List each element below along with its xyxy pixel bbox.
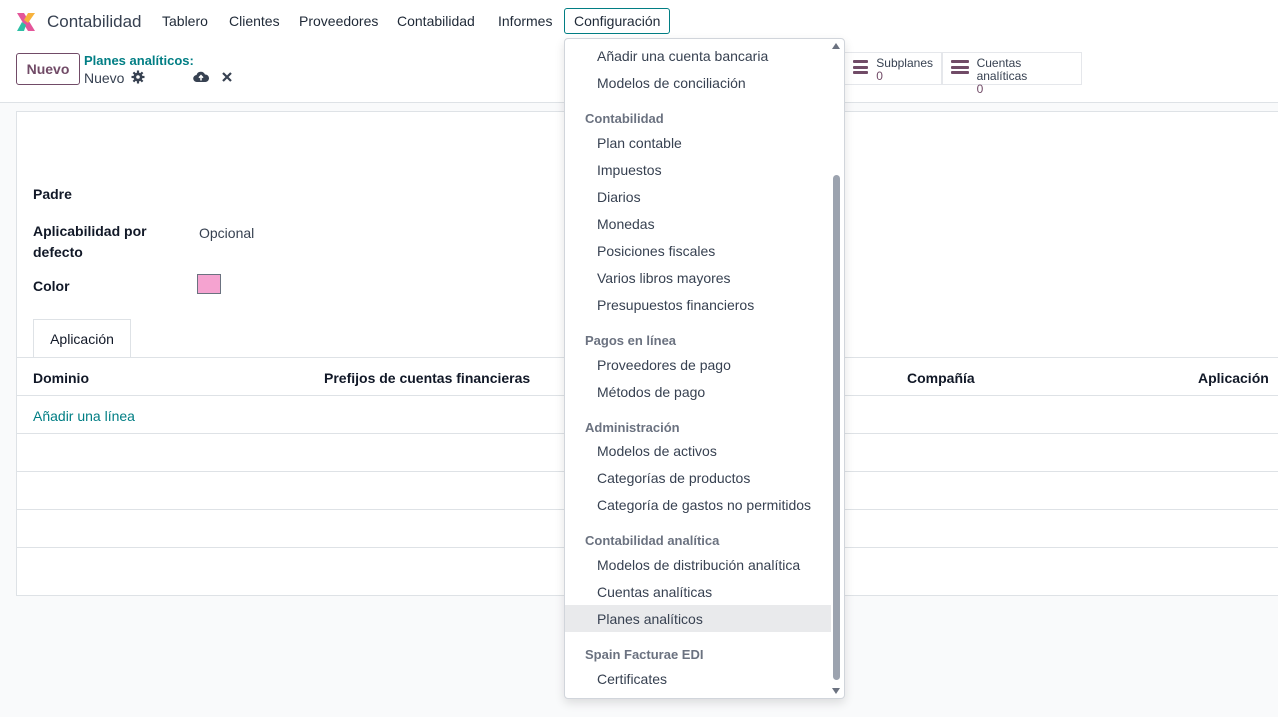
- parent-label: Padre: [33, 186, 72, 202]
- cloud-upload-icon[interactable]: [193, 70, 209, 84]
- menu-item-add-bank-account[interactable]: Añadir una cuenta bancaria: [597, 48, 768, 64]
- menu-item-disallowed-expense-categories[interactable]: Categoría de gastos no permitidos: [597, 497, 811, 513]
- color-label: Color: [33, 278, 70, 294]
- menu-item-financial-budgets[interactable]: Presupuestos financieros: [597, 297, 754, 313]
- color-picker[interactable]: [197, 274, 221, 294]
- menu-tablero[interactable]: Tablero: [162, 13, 208, 29]
- applicability-label: Aplicabilidad por defecto: [33, 223, 147, 260]
- stat-label: Subplanes: [876, 56, 933, 70]
- column-header-domain[interactable]: Dominio: [33, 370, 89, 386]
- menu-informes[interactable]: Informes: [498, 13, 552, 29]
- menu-item-product-categories[interactable]: Categorías de productos: [597, 470, 750, 486]
- section-header-analytic-accounting: Contabilidad analítica: [585, 533, 720, 548]
- discard-icon[interactable]: [221, 71, 233, 83]
- menu-item-payment-methods[interactable]: Métodos de pago: [597, 384, 705, 400]
- configuration-dropdown: Añadir una cuenta bancaria Modelos de co…: [564, 38, 845, 699]
- menu-item-taxes[interactable]: Impuestos: [597, 162, 662, 178]
- scroll-down-arrow-icon[interactable]: [832, 688, 840, 694]
- analytic-accounts-stat-button[interactable]: Cuentas analíticas 0: [942, 52, 1082, 96]
- section-header-contabilidad: Contabilidad: [585, 111, 664, 126]
- menu-item-journals[interactable]: Diarios: [597, 189, 641, 205]
- app-name[interactable]: Contabilidad: [47, 12, 142, 32]
- scrollbar-thumb[interactable]: [833, 175, 840, 680]
- menu-contabilidad[interactable]: Contabilidad: [397, 13, 475, 29]
- menu-configuracion[interactable]: Configuración: [564, 8, 671, 34]
- menu-item-payment-providers[interactable]: Proveedores de pago: [597, 357, 731, 373]
- menu-item-certificates[interactable]: Certificates: [597, 671, 667, 687]
- column-header-application[interactable]: Aplicación: [1198, 370, 1269, 386]
- gear-icon[interactable]: [131, 70, 145, 84]
- menu-proveedores[interactable]: Proveedores: [299, 13, 378, 29]
- list-icon: [853, 60, 869, 74]
- section-header-administration: Administración: [585, 420, 680, 435]
- menu-item-reconciliation-models[interactable]: Modelos de conciliación: [597, 75, 746, 91]
- menu-item-asset-models[interactable]: Modelos de activos: [597, 443, 717, 459]
- stat-value: 0: [976, 82, 984, 96]
- section-header-online-payments: Pagos en línea: [585, 333, 677, 348]
- breadcrumb-parent[interactable]: Planes analíticos:: [84, 53, 194, 68]
- stat-value: 0: [876, 69, 883, 83]
- menu-item-fiscal-positions[interactable]: Posiciones fiscales: [597, 243, 715, 259]
- menu-item-currencies[interactable]: Monedas: [597, 216, 655, 232]
- accounting-app-icon[interactable]: [15, 11, 37, 33]
- list-icon: [951, 60, 969, 74]
- breadcrumb-current: Nuevo: [84, 70, 125, 86]
- tab-aplicacion[interactable]: Aplicación: [33, 319, 131, 358]
- applicability-select[interactable]: Opcional: [199, 225, 254, 241]
- menu-item-analytic-plans[interactable]: Planes analíticos: [597, 611, 703, 627]
- stat-label: Cuentas analíticas: [976, 56, 1028, 83]
- menu-item-analytic-accounts[interactable]: Cuentas analíticas: [597, 584, 712, 600]
- menu-clientes[interactable]: Clientes: [229, 13, 280, 29]
- menu-item-chart-of-accounts[interactable]: Plan contable: [597, 135, 682, 151]
- column-header-prefixes[interactable]: Prefijos de cuentas financieras: [324, 370, 530, 386]
- scroll-up-arrow-icon[interactable]: [832, 43, 840, 49]
- top-navbar: Contabilidad Tablero Clientes Proveedore…: [0, 0, 1278, 42]
- add-line-link[interactable]: Añadir una línea: [33, 408, 135, 424]
- section-header-spain-facturae: Spain Facturae EDI: [585, 647, 704, 662]
- column-header-company[interactable]: Compañía: [907, 370, 975, 386]
- menu-item-analytic-distribution-models[interactable]: Modelos de distribución analítica: [597, 557, 800, 573]
- menu-item-multi-ledgers[interactable]: Varios libros mayores: [597, 270, 731, 286]
- new-button[interactable]: Nuevo: [16, 53, 80, 85]
- dropdown-scrollbar[interactable]: [830, 39, 842, 698]
- subplans-stat-button[interactable]: Subplanes 0: [844, 52, 942, 85]
